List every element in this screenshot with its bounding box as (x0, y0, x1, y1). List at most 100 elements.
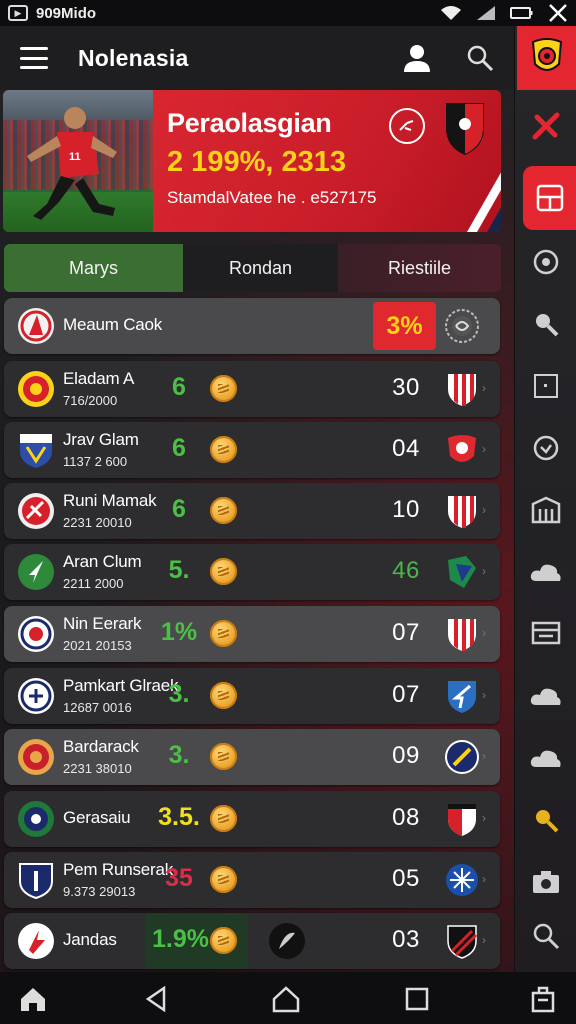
target-icon[interactable] (515, 240, 576, 284)
back-icon[interactable] (141, 984, 171, 1014)
settings-icon[interactable] (389, 108, 425, 144)
row-stat: 3. (168, 741, 190, 769)
table-row[interactable]: Pem Runserak 9.373 29013 35 05 › (4, 852, 500, 908)
search-icon[interactable] (515, 914, 576, 958)
club-crest-icon[interactable] (517, 26, 576, 90)
blue-arrow-shield-icon (448, 681, 476, 713)
coin-icon (210, 375, 237, 402)
table-row[interactable]: Jrav Glam 1137 2 600 6 04 › (4, 422, 500, 478)
system-nav-bar (0, 972, 576, 1024)
table-row[interactable]: Aran Clum 2211 2000 5. 46 › (4, 544, 500, 600)
row-subtitle: 2211 2000 (63, 576, 124, 591)
row-stat: 3. (168, 680, 190, 708)
table-row[interactable]: Meaum Caok 3% (4, 298, 500, 354)
blue-shield-crest-icon (20, 434, 52, 468)
table-row[interactable]: Runi Mamak 2231 20010 6 10 › (4, 483, 500, 539)
red-circle-badge-icon (448, 435, 476, 462)
wifi-icon (441, 6, 461, 20)
cloud-icon[interactable] (515, 736, 576, 780)
tab-riestiile[interactable]: Riestiile (338, 244, 501, 292)
cloud-icon[interactable] (515, 550, 576, 594)
app-indicator-icon: ▶ (8, 5, 28, 21)
status-bar: ▶ 909Mido (0, 0, 576, 26)
svg-text:11: 11 (69, 151, 81, 163)
menu-icon[interactable] (20, 47, 48, 69)
recents-icon[interactable] (402, 984, 432, 1014)
grey-spiral-badge-icon (445, 309, 479, 343)
green-round-crest-icon (18, 801, 54, 837)
camera-icon[interactable] (515, 860, 576, 904)
chevron-right-icon: › (482, 626, 486, 640)
cloud-icon[interactable] (515, 674, 576, 718)
green-blue-badge-icon (448, 556, 476, 588)
dashboard-icon[interactable] (523, 166, 576, 230)
black-red-shield-icon (447, 925, 478, 959)
orange-round-crest-icon (18, 739, 54, 775)
search-icon[interactable] (515, 798, 576, 842)
home-app-icon[interactable] (18, 984, 48, 1014)
row-score: 46 (392, 557, 420, 584)
tab-marys[interactable]: Marys (4, 244, 183, 292)
home-icon[interactable] (271, 984, 301, 1014)
crossed-tools-icon[interactable] (515, 104, 576, 148)
coin-icon (210, 927, 237, 954)
row-name: Jandas (63, 930, 117, 949)
row-subtitle: 2021 20153 (63, 638, 132, 653)
row-score: 08 (392, 804, 420, 831)
navy-shield-crest-icon (19, 863, 53, 899)
chevron-right-icon: › (482, 442, 486, 456)
hero-banner[interactable]: 11 Peraolasgian 2 199%, 2313 StamdalVate… (3, 90, 501, 232)
coin-icon (210, 682, 237, 709)
row-name: Gerasaiu (63, 808, 131, 827)
screen-icon[interactable] (515, 612, 576, 656)
hero-title: Peraolasgian (167, 108, 332, 138)
table-row[interactable]: Pamkart Glraek 12687 0016 3. 07 › (4, 668, 500, 724)
close-icon[interactable] (548, 3, 568, 23)
screenshot-icon[interactable] (528, 984, 558, 1014)
coin-icon (210, 866, 237, 893)
coin-icon (210, 558, 237, 585)
row-subtitle: 12687 0016 (63, 700, 132, 715)
square-icon[interactable] (515, 364, 576, 408)
red-white-shield-icon (448, 496, 476, 528)
row-name: Bardarack (63, 737, 139, 756)
profile-icon[interactable] (402, 43, 432, 73)
row-subtitle: 9.373 29013 (63, 884, 136, 899)
stadium-icon[interactable] (515, 488, 576, 532)
table-row[interactable]: Jandas 1.9% 03 › (4, 913, 500, 969)
table-row[interactable]: Eladam A 716/2000 6 30 › (4, 361, 500, 417)
app-title: Nolenasia (78, 44, 189, 71)
row-score: 09 (392, 742, 420, 769)
yellow-red-crest-icon (18, 371, 54, 407)
row-score: 03 (392, 926, 420, 953)
green-arrow-crest-icon (18, 554, 54, 590)
row-subtitle: 2231 20010 (63, 515, 132, 530)
tab-rondan[interactable]: Rondan (183, 244, 338, 292)
row-score: 05 (392, 865, 420, 892)
row-name: Aran Clum (63, 552, 142, 571)
coin-icon (210, 805, 237, 832)
feather-badge-icon (269, 923, 305, 959)
chevron-right-icon: › (482, 749, 486, 763)
search-icon[interactable] (515, 302, 576, 346)
red-white-shield-icon (448, 619, 476, 651)
row-score: 07 (392, 619, 420, 646)
row-name: Eladam A (63, 369, 135, 388)
red-letter-crest-icon (18, 923, 54, 959)
battery-icon (510, 7, 533, 19)
clock-icon[interactable] (515, 426, 576, 470)
table-row[interactable]: Bardarack 2231 38010 3. 09 › (4, 729, 500, 785)
percent-badge: 3% (373, 302, 436, 350)
red-stripe-shield-icon (448, 804, 476, 836)
chevron-right-icon: › (482, 811, 486, 825)
chevron-right-icon: › (482, 503, 486, 517)
row-name: Nin Eerark (63, 614, 142, 633)
row-score: 04 (392, 435, 420, 462)
search-icon[interactable] (466, 44, 494, 72)
table-row[interactable]: Nin Eerark 2021 20153 1% 07 › (4, 606, 500, 662)
blue-star-badge-icon (446, 864, 478, 896)
row-stat: 5. (168, 556, 190, 584)
table-row[interactable]: Gerasaiu 3.5. 08 › (4, 791, 500, 847)
row-stat: 6 (172, 495, 186, 523)
row-subtitle: 716/2000 (63, 393, 118, 408)
